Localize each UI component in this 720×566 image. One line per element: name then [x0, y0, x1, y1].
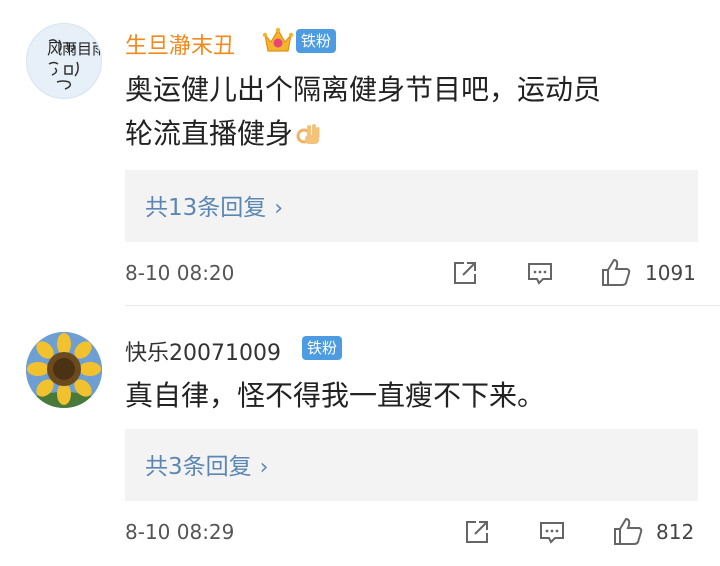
ok-hand-emoji: [296, 124, 320, 144]
thumbs-up-icon[interactable]: [612, 515, 644, 547]
comment-icon[interactable]: [526, 259, 554, 287]
svg-text:风雨目雨: 风雨目雨: [47, 40, 102, 58]
comment-text-line2: 轮流直播健身: [125, 112, 321, 156]
comment-text-line1: 奥运健儿出个隔离健身节目吧，运动员: [125, 73, 602, 106]
replies-link[interactable]: 共3条回复 ›: [145, 447, 268, 481]
replies-count: 共13条回复: [145, 195, 267, 221]
share-icon[interactable]: [451, 259, 479, 287]
comment-text-line2-content: 轮流直播健身: [125, 117, 294, 150]
replies-count: 共3条回复: [145, 454, 252, 480]
comment-text: 真自律，怪不得我一直瘦不下来。: [125, 379, 546, 412]
like-count: 1091: [645, 261, 696, 285]
timestamp: 8-10 08:29: [125, 520, 235, 544]
username[interactable]: 生旦瀞末丑: [125, 28, 235, 60]
timestamp: 8-10 08:20: [125, 261, 235, 285]
fan-badge: 铁粉: [302, 336, 343, 360]
replies-box[interactable]: 共13条回复 ›: [125, 170, 698, 242]
sunflower-avatar: [26, 332, 102, 408]
username[interactable]: 快乐20071009: [125, 335, 281, 367]
chevron-right-icon: ›: [274, 196, 284, 221]
comment-icon[interactable]: [538, 518, 566, 546]
fan-badge: 铁粉: [296, 29, 337, 53]
crown-icon: [262, 27, 294, 52]
calligraphy-avatar-icon: 风雨目雨: [47, 39, 102, 90]
share-icon[interactable]: [463, 518, 491, 546]
like-count: 812: [656, 520, 695, 544]
thumbs-up-icon[interactable]: [600, 256, 632, 288]
replies-box[interactable]: 共3条回复 ›: [125, 429, 698, 501]
avatar[interactable]: 风雨目雨: [26, 23, 102, 99]
avatar[interactable]: [26, 332, 102, 408]
replies-link[interactable]: 共13条回复 ›: [145, 188, 283, 222]
chevron-right-icon: ›: [259, 455, 269, 480]
